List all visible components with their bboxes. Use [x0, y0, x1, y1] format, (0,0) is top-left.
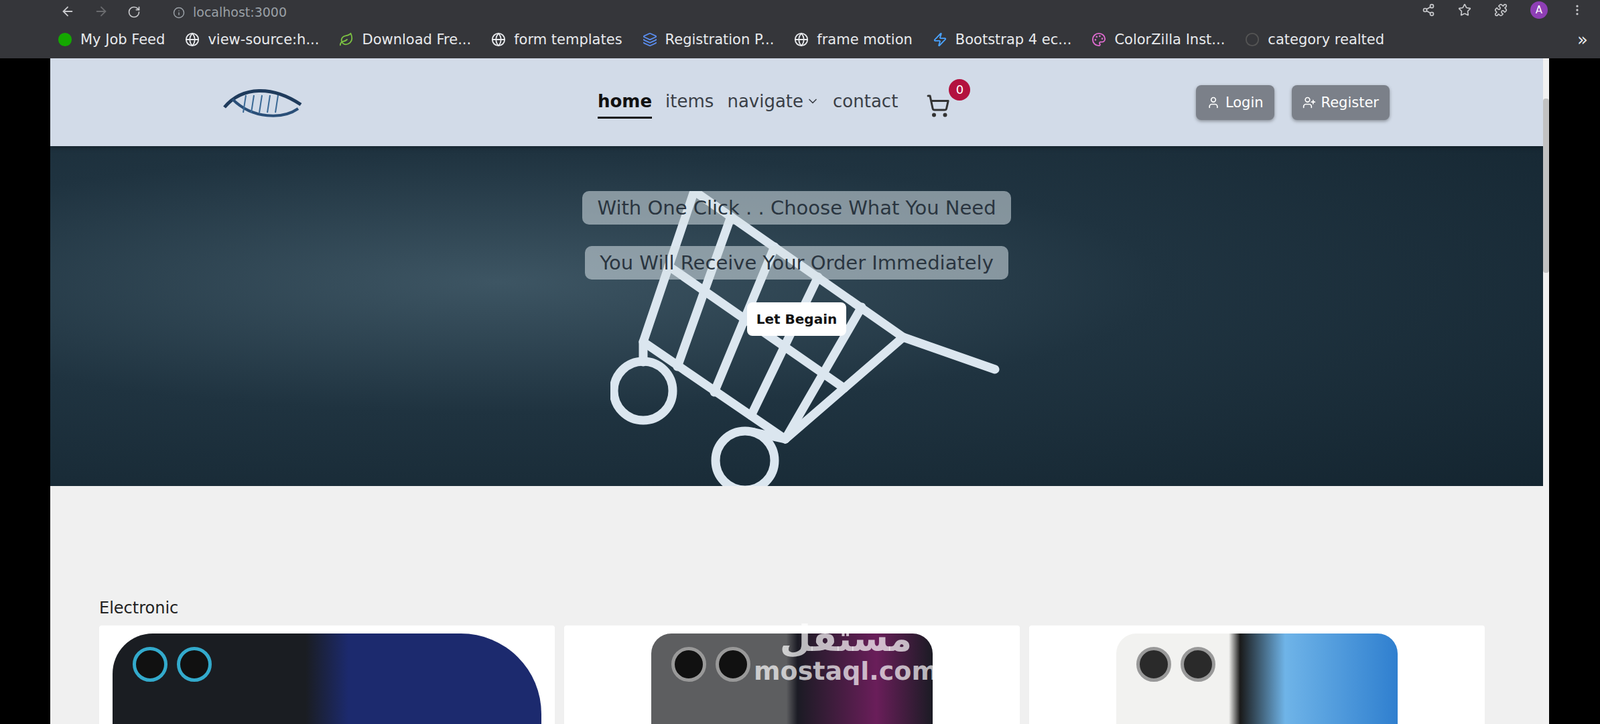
- address-row: localhost:3000 A: [0, 0, 1600, 21]
- hero-tagline: You Will Receive Your Order Immediately: [584, 245, 1009, 280]
- star-icon[interactable]: [1457, 3, 1472, 17]
- profile-avatar[interactable]: A: [1530, 1, 1548, 19]
- bookmark[interactable]: Registration P...: [642, 31, 775, 48]
- product-card[interactable]: [99, 625, 555, 724]
- bookmark[interactable]: category realted: [1244, 31, 1385, 48]
- share-icon[interactable]: [1421, 3, 1436, 17]
- more-bookmarks[interactable]: »: [1577, 29, 1588, 50]
- globe-icon: [184, 32, 200, 47]
- watermark: مستقلmostaql.com: [753, 619, 939, 685]
- lens: [715, 646, 751, 682]
- scrollbar-thumb[interactable]: [1543, 98, 1550, 273]
- browser-actions: A: [1421, 1, 1584, 19]
- user-plus-icon: [1302, 95, 1316, 110]
- page-content: home items navigate contact 0 Login Register Wi…: [50, 58, 1544, 724]
- bookmark[interactable]: form templates: [491, 31, 622, 48]
- nav-link[interactable]: items: [665, 85, 714, 119]
- page: home items navigate contact 0 Login Register Wi…: [50, 58, 1550, 724]
- bookmark[interactable]: Download Fre...: [339, 31, 472, 48]
- menu-icon[interactable]: [1570, 3, 1584, 17]
- user-icon: [1206, 95, 1221, 110]
- bookmark[interactable]: ColorZilla Inst...: [1091, 31, 1225, 48]
- cart-illustration-icon: [610, 190, 1001, 486]
- scrollbar[interactable]: [1543, 58, 1550, 724]
- product-image: [1116, 633, 1398, 724]
- window-body: home items navigate contact 0 Login Register Wi…: [0, 58, 1600, 724]
- palette-icon: [1091, 32, 1107, 47]
- lens: [176, 646, 212, 682]
- cart-icon: [925, 93, 951, 118]
- address-text: localhost:3000: [192, 6, 287, 19]
- register-button[interactable]: Register: [1291, 85, 1390, 120]
- cart-badge: 0: [948, 79, 971, 101]
- address-bar[interactable]: localhost:3000: [172, 6, 287, 19]
- back-icon[interactable]: [60, 4, 76, 19]
- upwork-icon: [57, 32, 73, 47]
- screen: localhost:3000 A My Job Feed view-source:h.…: [0, 0, 1600, 724]
- leaf-icon: [339, 32, 354, 47]
- logo-icon[interactable]: [219, 79, 307, 126]
- hero: With One Click . . Choose What You Need Y…: [50, 146, 1544, 486]
- product-card[interactable]: [1029, 625, 1485, 724]
- auth-buttons: Login Register: [1195, 85, 1390, 120]
- right-margin: [1549, 58, 1600, 724]
- nav-link[interactable]: navigate: [726, 85, 820, 119]
- wordpress-icon: [491, 32, 506, 47]
- lens: [1136, 646, 1172, 682]
- reload-icon[interactable]: [127, 5, 141, 19]
- nav-link[interactable]: contact: [832, 85, 898, 119]
- extensions-icon[interactable]: [1494, 3, 1508, 17]
- form-icon: [642, 32, 658, 47]
- bookmark[interactable]: My Job Feed: [57, 31, 165, 48]
- bookmark[interactable]: frame motion: [793, 31, 912, 48]
- login-button[interactable]: Login: [1195, 85, 1275, 120]
- bookmark-icon: [1244, 32, 1260, 47]
- bolt-icon: [932, 32, 948, 47]
- nav-links: home items navigate contact 0: [597, 85, 955, 119]
- lens: [1180, 646, 1216, 682]
- watermark-arabic: مستقل: [779, 619, 913, 658]
- info-icon: [172, 6, 185, 19]
- section-title: Electronic: [99, 598, 1485, 618]
- cart-button[interactable]: 0: [925, 87, 955, 118]
- navbar: home items navigate contact 0 Login Register: [50, 58, 1544, 147]
- bookmark[interactable]: view-source:h...: [184, 31, 319, 48]
- products-section: Electronicمستقلmostaql.com: [50, 485, 1544, 724]
- begin-button[interactable]: Let Begain: [747, 302, 847, 336]
- product-image: [112, 633, 542, 724]
- bookmarks-bar: My Job Feed view-source:h... Download Fre.…: [0, 20, 1600, 59]
- forward-icon[interactable]: [93, 4, 109, 19]
- watermark-latin: mostaql.com: [753, 657, 939, 685]
- globe-icon: [793, 32, 809, 47]
- product-image: [651, 633, 933, 724]
- product-grid: [99, 625, 1485, 724]
- nav-link[interactable]: home: [597, 85, 652, 119]
- chevron-down-icon: [806, 94, 820, 108]
- bookmark[interactable]: Bootstrap 4 ec...: [932, 31, 1073, 48]
- lens: [671, 646, 707, 682]
- lens: [132, 646, 168, 682]
- hero-tagline: With One Click . . Choose What You Need: [582, 190, 1011, 225]
- left-margin: [0, 58, 51, 724]
- product-card[interactable]: [564, 625, 1020, 724]
